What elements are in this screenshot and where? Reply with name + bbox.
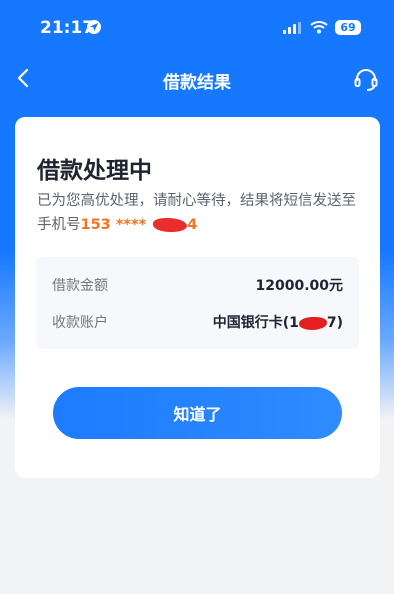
page-title: 借款结果 bbox=[163, 73, 231, 93]
cellular-signal-icon bbox=[283, 22, 303, 34]
detail-row-amount: 借款金额 12000.00元 bbox=[52, 275, 343, 295]
account-suffix: 7) bbox=[326, 315, 343, 331]
redaction-mark bbox=[298, 316, 327, 330]
result-title: 借款处理中 bbox=[37, 158, 152, 184]
status-bar: 21:17 69 bbox=[0, 0, 394, 56]
result-card: 借款处理中 已为您高优处理，请耐心等待，结果将短信发送至手机号153 **** … bbox=[15, 117, 380, 478]
location-arrow-icon bbox=[87, 20, 101, 34]
phone-tail: 4 bbox=[187, 217, 198, 233]
result-description: 已为您高优处理，请耐心等待，结果将短信发送至手机号153 **** 4 bbox=[37, 189, 362, 237]
detail-value: 中国银行卡(1 7) bbox=[213, 312, 343, 332]
detail-value: 12000.00元 bbox=[255, 278, 343, 294]
account-prefix: 中国银行卡(1 bbox=[212, 315, 299, 331]
headset-icon bbox=[354, 69, 378, 91]
battery-indicator: 69 bbox=[335, 20, 361, 35]
redaction-mark bbox=[153, 218, 188, 232]
detail-label: 收款账户 bbox=[52, 315, 108, 331]
confirm-button[interactable]: 知道了 bbox=[53, 387, 342, 439]
navigation-bar: 借款结果 bbox=[0, 56, 394, 104]
customer-service-button[interactable] bbox=[352, 66, 380, 94]
loan-details-panel: 借款金额 12000.00元 收款账户 中国银行卡(1 7) bbox=[36, 257, 359, 349]
detail-row-account: 收款账户 中国银行卡(1 7) bbox=[52, 312, 343, 332]
phone-visible: 153 **** bbox=[80, 217, 152, 233]
detail-label: 借款金额 bbox=[52, 278, 108, 294]
phone-number: 153 **** 4 bbox=[81, 217, 198, 233]
status-time: 21:17 bbox=[40, 18, 95, 38]
wifi-icon bbox=[310, 19, 328, 38]
